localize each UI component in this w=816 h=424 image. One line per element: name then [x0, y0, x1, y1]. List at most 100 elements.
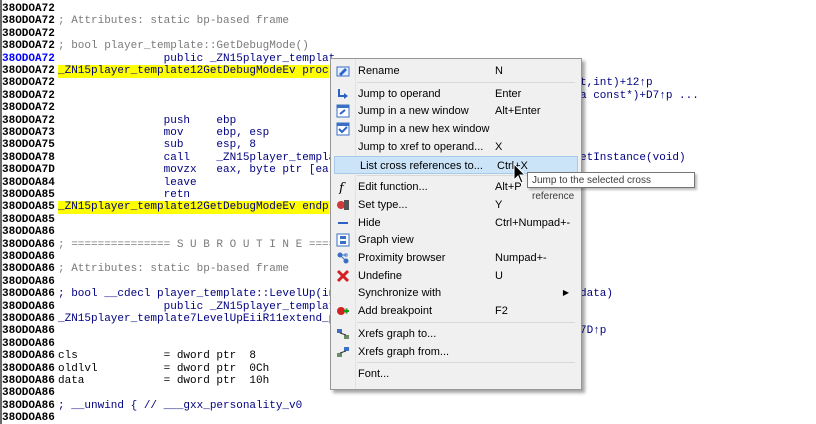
line-code: public _ZN15player_templat	[58, 52, 336, 65]
menu-item-label: Synchronize with	[358, 287, 442, 300]
line-address: 38ODOA86	[2, 362, 55, 375]
line-code: call _ZN15player_templa	[58, 151, 336, 164]
listing-line[interactable]: 38ODOA86	[0, 412, 816, 424]
line-address: 38ODOA72	[2, 40, 55, 53]
line-address: 38ODOA72	[2, 15, 55, 28]
line-code: leave	[58, 176, 197, 189]
line-address: 38ODOA86	[2, 275, 55, 288]
menu-item-label: Jump to operand	[358, 87, 441, 100]
set-type-icon	[336, 198, 350, 212]
menu-item-label: Graph view	[358, 234, 414, 247]
menu-item-label: Font...	[358, 368, 390, 381]
line-address: 38ODOA86	[2, 238, 55, 251]
menu-item-graph-view[interactable]: Graph view	[333, 231, 579, 249]
menu-item-shortcut: Alt+Enter	[495, 105, 541, 118]
menu-item-add-breakpoint[interactable]: Add breakpoint F2	[333, 302, 579, 320]
line-code: retn	[58, 189, 191, 201]
mouse-cursor-icon	[513, 163, 527, 184]
menu-item-list-cross-references[interactable]: List cross references to... Ctrl+X	[334, 155, 578, 174]
menu-separator	[357, 321, 575, 323]
line-address: 38ODOA86	[2, 313, 55, 325]
line-code: _ZN15player_template12GetDebugModeEv pro…	[58, 65, 329, 78]
listing-line[interactable]: 38ODOA72	[0, 28, 816, 41]
line-code-tail: t,int)+12↑p	[580, 77, 653, 90]
menu-item-label: List cross references to...	[360, 159, 483, 172]
menu-item-proximity-browser[interactable]: Proximity browser Numpad+-	[333, 249, 579, 267]
proximity-icon	[336, 251, 350, 265]
menu-item-font[interactable]: Font...	[333, 365, 579, 383]
tooltip: Jump to the selected cross reference	[527, 172, 695, 202]
menu-item-undefine[interactable]: Undefine U	[333, 267, 579, 285]
line-address: 38ODOA7D	[2, 164, 55, 177]
breakpoint-icon	[336, 304, 350, 318]
listing-line[interactable]: 38ODOA72; bool player_template::GetDebug…	[0, 40, 816, 53]
line-address: 38ODOA86	[2, 325, 55, 338]
line-code-tail: 7D↑p	[580, 325, 607, 338]
menu-item-xrefs-graph-from[interactable]: Xrefs graph from...	[333, 343, 579, 361]
line-address: 38ODOA86	[2, 337, 55, 350]
function-icon: f	[336, 180, 350, 196]
line-address: 38ODOA86	[2, 226, 55, 239]
line-address: 38ODOA86	[2, 263, 55, 276]
line-code-tail: a const*)+D7↑p ...	[580, 89, 699, 102]
line-code: ; Attributes: static bp-based frame	[58, 263, 290, 276]
listing-line[interactable]: 38ODOA72; Attributes: static bp-based fr…	[0, 15, 816, 28]
menu-item-label: Edit function...	[358, 181, 428, 194]
new-window-icon	[336, 104, 350, 118]
rename-icon	[336, 64, 350, 78]
menu-item-label: Proximity browser	[358, 252, 446, 264]
line-address: 38ODOA78	[2, 151, 55, 164]
submenu-arrow-icon: ▶	[562, 288, 569, 298]
line-address: 38ODOA75	[2, 139, 55, 152]
menu-separator	[357, 81, 575, 83]
menu-item-rename[interactable]: Rename N	[333, 62, 579, 80]
listing-line[interactable]: 38ODOA86; __unwind { // ___gxx_personali…	[0, 400, 816, 413]
menu-item-xrefs-graph-to[interactable]: Xrefs graph to...	[333, 325, 579, 343]
menu-item-hide[interactable]: Hide Ctrl+Numpad+-	[333, 214, 579, 232]
menu-item-shortcut: F2	[495, 305, 508, 318]
menu-item-label: Undefine	[358, 269, 403, 282]
menu-item-jump-to-operand[interactable]: Jump to operand Enter	[333, 85, 579, 103]
menu-item-shortcut: Enter	[495, 87, 522, 100]
line-code-tail: data)	[580, 288, 614, 301]
line-address: 38ODOA72	[2, 114, 55, 127]
line-code: sub esp, 8	[58, 139, 257, 152]
line-address: 38ODOA73	[2, 127, 55, 139]
undefine-icon	[336, 269, 350, 283]
xrefs-to-icon	[336, 327, 350, 341]
menu-separator	[357, 362, 575, 364]
menu-item-label: Jump to xref to operand...	[358, 140, 484, 153]
line-address: 38ODOA72	[2, 102, 55, 115]
menu-item-label: Jump in a new window	[358, 105, 469, 118]
line-code: oldlvl = dword ptr 0Ch	[58, 362, 270, 375]
line-address: 38ODOA86	[2, 399, 55, 412]
line-code: ; bool player_template::GetDebugMode()	[58, 40, 309, 53]
line-code: ; Attributes: static bp-based frame	[58, 15, 290, 28]
menu-item-synchronize-with[interactable]: Synchronize with ▶	[333, 284, 579, 302]
line-address: 38ODOA85	[2, 189, 55, 201]
line-code: ; =============== S U B R O U T I N E ==…	[58, 238, 336, 251]
line-address: 38ODOA72	[2, 3, 55, 15]
line-code: _ZN15player_template12GetDebugModeEv end…	[58, 201, 329, 215]
line-code: ; bool __cdecl player_template::LevelUp(…	[58, 288, 336, 301]
listing-line[interactable]: 38ODOA72	[0, 3, 816, 16]
line-code: cls = dword ptr 8	[58, 350, 257, 363]
line-code-tail: etInstance(void)	[580, 151, 686, 164]
line-address: 38ODOA86	[2, 412, 55, 424]
line-address: 38ODOA72	[2, 77, 55, 90]
line-address: 38ODOA86	[2, 251, 55, 263]
menu-item-label: Hide	[358, 216, 381, 229]
line-code: mov ebp, esp	[58, 127, 270, 139]
menu-item-jump-new-window[interactable]: Jump in a new window Alt+Enter	[333, 102, 579, 120]
line-code: public _ZN15player_templat	[58, 300, 336, 313]
line-code: movzx eax, byte ptr [ea	[58, 164, 329, 177]
menu-item-shortcut: X	[495, 140, 503, 153]
line-address: 38ODOA72	[2, 65, 55, 77]
menu-item-label: Xrefs graph from...	[358, 345, 450, 358]
menu-item-jump-xref-operand[interactable]: Jump to xref to operand... X	[333, 138, 579, 156]
line-address: 38ODOA86	[2, 375, 55, 387]
line-address: 38ODOA86	[2, 300, 55, 313]
menu-item-jump-new-hex-window[interactable]: Jump in a new hex window	[333, 120, 579, 138]
menu-item-shortcut: Numpad+-	[495, 252, 547, 264]
menu-item-label: Set type...	[358, 198, 408, 211]
